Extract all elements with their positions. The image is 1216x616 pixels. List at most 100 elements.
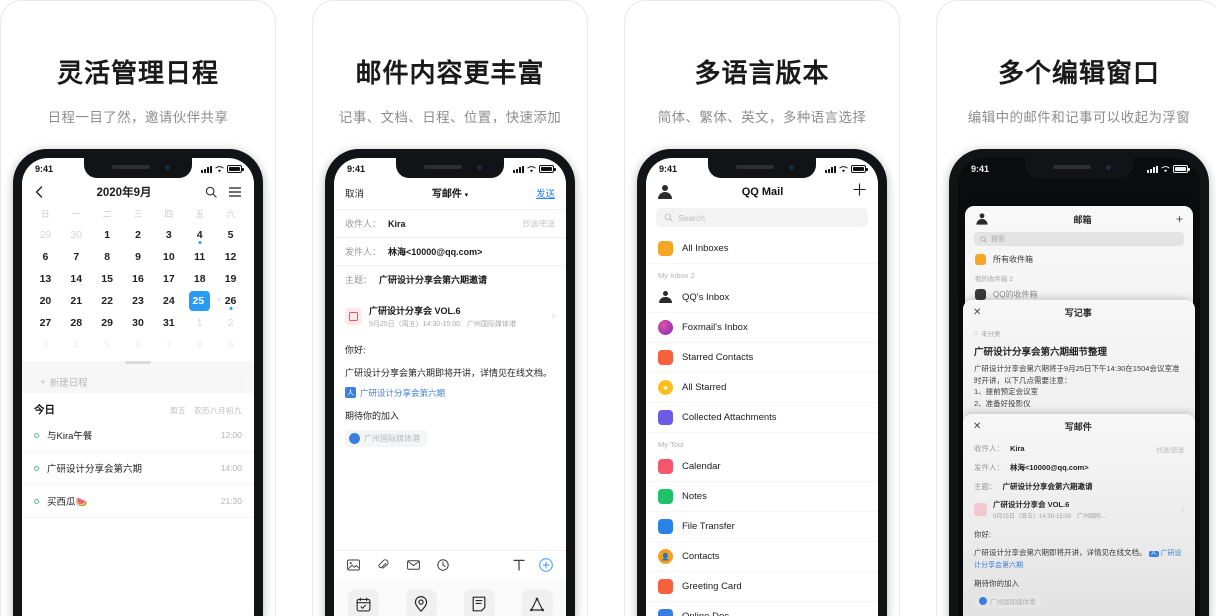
avatar[interactable] — [976, 213, 988, 225]
compose-insert-panel[interactable]: 日程 位置 记事本 — [334, 579, 566, 616]
new-schedule-input[interactable]: + 新建日程 — [32, 371, 244, 393]
calendar-day[interactable]: 4 — [61, 334, 92, 356]
image-icon[interactable] — [347, 559, 360, 571]
calendar-day[interactable]: 10 — [153, 246, 184, 268]
add-icon[interactable] — [539, 558, 553, 572]
clock-icon[interactable] — [437, 559, 449, 571]
calendar-day[interactable]: 7 — [153, 334, 184, 356]
sheet-grabber[interactable] — [125, 361, 151, 364]
event-row[interactable]: 与Kira午餐 12:00 — [22, 419, 254, 452]
insert-doc-button[interactable]: 在线文档 — [521, 588, 553, 616]
menu-icon[interactable] — [228, 187, 241, 197]
calendar-day[interactable]: 18 — [184, 268, 215, 290]
avatar[interactable] — [658, 185, 672, 199]
mail-body[interactable]: 你好: 广研设计分享会第六期即将开讲，详情见在线文档。 人 广研设计分享会第六期… — [963, 523, 1195, 610]
insert-schedule-button[interactable]: 日程 — [347, 588, 379, 616]
calendar-day[interactable]: 28 — [61, 312, 92, 334]
calendar-day[interactable]: 8 — [184, 334, 215, 356]
cancel-button[interactable]: 取消 — [345, 186, 364, 200]
calendar-day[interactable]: 5 — [92, 334, 123, 356]
recipient-field[interactable]: 收件人： Kira 抄送/密送 — [963, 439, 1195, 458]
calendar-day[interactable]: 11 — [184, 246, 215, 268]
mailbox-all-inboxes[interactable]: 所有收件箱 — [965, 250, 1193, 269]
calendar-day[interactable]: 9 — [215, 334, 246, 356]
calendar-day[interactable]: 31 — [153, 312, 184, 334]
calendar-day[interactable]: 9 — [123, 246, 154, 268]
mail-list-item[interactable]: Notes — [646, 482, 878, 512]
insert-note-button[interactable]: 记事本 — [463, 588, 495, 616]
insert-location-button[interactable]: 位置 — [405, 588, 437, 616]
calendar-day[interactable]: 2 — [123, 224, 154, 246]
calendar-day[interactable]: 30 — [123, 312, 154, 334]
mail-list-item[interactable]: Greeting Card — [646, 572, 878, 602]
note-tag[interactable]: ⌂ 未分类 — [974, 328, 1184, 339]
calendar-day[interactable]: 13 — [30, 268, 61, 290]
calendar-day[interactable]: 26 — [215, 290, 246, 312]
search-icon[interactable] — [205, 186, 217, 198]
close-icon[interactable]: ✕ — [973, 307, 981, 318]
calendar-day[interactable]: 4 — [184, 224, 215, 246]
mail-list-item-all-inboxes[interactable]: All Inboxes — [646, 234, 878, 264]
calendar-day[interactable]: 17 — [153, 268, 184, 290]
send-button[interactable]: 发送 — [536, 186, 555, 200]
attached-event-card[interactable]: 广研设计分享会 VOL.6 9月25日（周五）14:30-15:00 广州国际媒… — [345, 299, 555, 334]
event-row[interactable]: 广研设计分享会第六期 14:00 — [22, 452, 254, 485]
close-icon[interactable]: ✕ — [973, 421, 981, 432]
mail-list-item[interactable]: Online Doc — [646, 602, 878, 616]
calendar-day[interactable]: 20 — [30, 290, 61, 312]
mail-list-item[interactable]: Starred Contacts — [646, 343, 878, 373]
calendar-day[interactable]: 21 — [61, 290, 92, 312]
compose-new-button[interactable]: + — [1176, 212, 1183, 226]
float-window-stack[interactable]: 邮箱 + 搜索 所有收件箱 我的收件箱 2 QQ的收件箱Foxmail的收件箱 — [958, 180, 1200, 616]
mail-list-item[interactable]: Calendar — [646, 452, 878, 482]
calendar-day[interactable]: 29 — [30, 224, 61, 246]
calendar-day[interactable]: 30 — [61, 224, 92, 246]
calendar-day[interactable]: 7 — [61, 246, 92, 268]
mail-list-item[interactable]: QQ's Inbox — [646, 283, 878, 313]
mail-list-item[interactable]: Foxmail's Inbox — [646, 313, 878, 343]
mail-list-body[interactable]: All Inboxes My Inbox 2 QQ's Inbox Foxmail's… — [646, 234, 878, 616]
online-doc-link[interactable]: 人 广研设计分享会第六期 — [345, 387, 445, 399]
mail-icon[interactable] — [407, 559, 420, 571]
calendar-day[interactable]: 27 — [30, 312, 61, 334]
calendar-day[interactable]: 23 — [123, 290, 154, 312]
compose-toolbar[interactable] — [334, 550, 566, 579]
mail-list-item[interactable]: 👤 Contacts — [646, 542, 878, 572]
calendar-day[interactable]: 1 — [92, 224, 123, 246]
mail-body[interactable]: 你好: 广研设计分享会第六期即将开讲，详情见在线文档。 人 广研设计分享会第六期… — [334, 334, 566, 449]
calendar-grid[interactable]: 日一二三四五六 29 30 1 2 3 4 5 6 7 8 9 10 11 12 13 14 15 16 17 18 1… — [22, 208, 254, 356]
location-chip[interactable]: 广州国际媒体港 — [345, 429, 427, 447]
calendar-day[interactable]: 15 — [92, 268, 123, 290]
calendar-day[interactable]: 3 — [30, 334, 61, 356]
calendar-day[interactable]: 2 — [215, 312, 246, 334]
calendar-day[interactable]: 16 — [123, 268, 154, 290]
note-content[interactable]: ⌂ 未分类 广研设计分享会第六期细节整理 广研设计分享会第六期将于9月25日下午… — [963, 325, 1195, 410]
mail-list-item[interactable]: Collected Attachments — [646, 403, 878, 433]
event-list[interactable]: 与Kira午餐 12:00 广研设计分享会第六期 14:00 买西瓜🍉 21:30 — [22, 419, 254, 518]
sender-field[interactable]: 发件人： 林海<10000@qq.com> — [963, 458, 1195, 477]
cc-bcc-button[interactable]: 抄送/密送 — [1156, 444, 1184, 454]
sender-field[interactable]: 发件人： 林海<10000@qq.com> — [334, 237, 566, 265]
calendar-day[interactable]: 12 — [215, 246, 246, 268]
calendar-day[interactable]: 19 — [215, 268, 246, 290]
calendar-day[interactable]: 29 — [92, 312, 123, 334]
calendar-day[interactable]: 22 — [92, 290, 123, 312]
mail-list-item[interactable]: ★ All Starred — [646, 373, 878, 403]
compose-title[interactable]: 写邮件 ▾ — [432, 185, 468, 200]
attachment-icon[interactable] — [377, 559, 390, 571]
calendar-day[interactable]: 1 — [184, 312, 215, 334]
subject-field[interactable]: 主题： 广研设计分享会第六期邀请 — [334, 265, 566, 293]
search-input[interactable]: Search — [656, 208, 868, 227]
subject-field[interactable]: 主题： 广研设计分享会第六期邀请 — [963, 477, 1195, 496]
calendar-day[interactable]: 3 — [153, 224, 184, 246]
text-format-icon[interactable] — [513, 559, 525, 571]
recipient-field[interactable]: 收件人： Kira 抄送/密送 — [334, 209, 566, 237]
attached-event-card[interactable]: 广研设计分享会 VOL.6 9月25日（周五）14:30-15:00 广州国际…… — [963, 496, 1195, 523]
compose-new-button[interactable] — [853, 183, 866, 201]
calendar-day[interactable]: 8 — [92, 246, 123, 268]
mail-list-item[interactable]: File Transfer — [646, 512, 878, 542]
search-input[interactable]: 搜索 — [974, 232, 1184, 246]
cc-bcc-button[interactable]: 抄送/密送 — [523, 218, 555, 229]
calendar-day[interactable]: 5 — [215, 224, 246, 246]
float-window-mail[interactable]: ✕ 写邮件 收件人： Kira 抄送/密送 发件人： 林海<10000@qq.c… — [963, 414, 1195, 616]
